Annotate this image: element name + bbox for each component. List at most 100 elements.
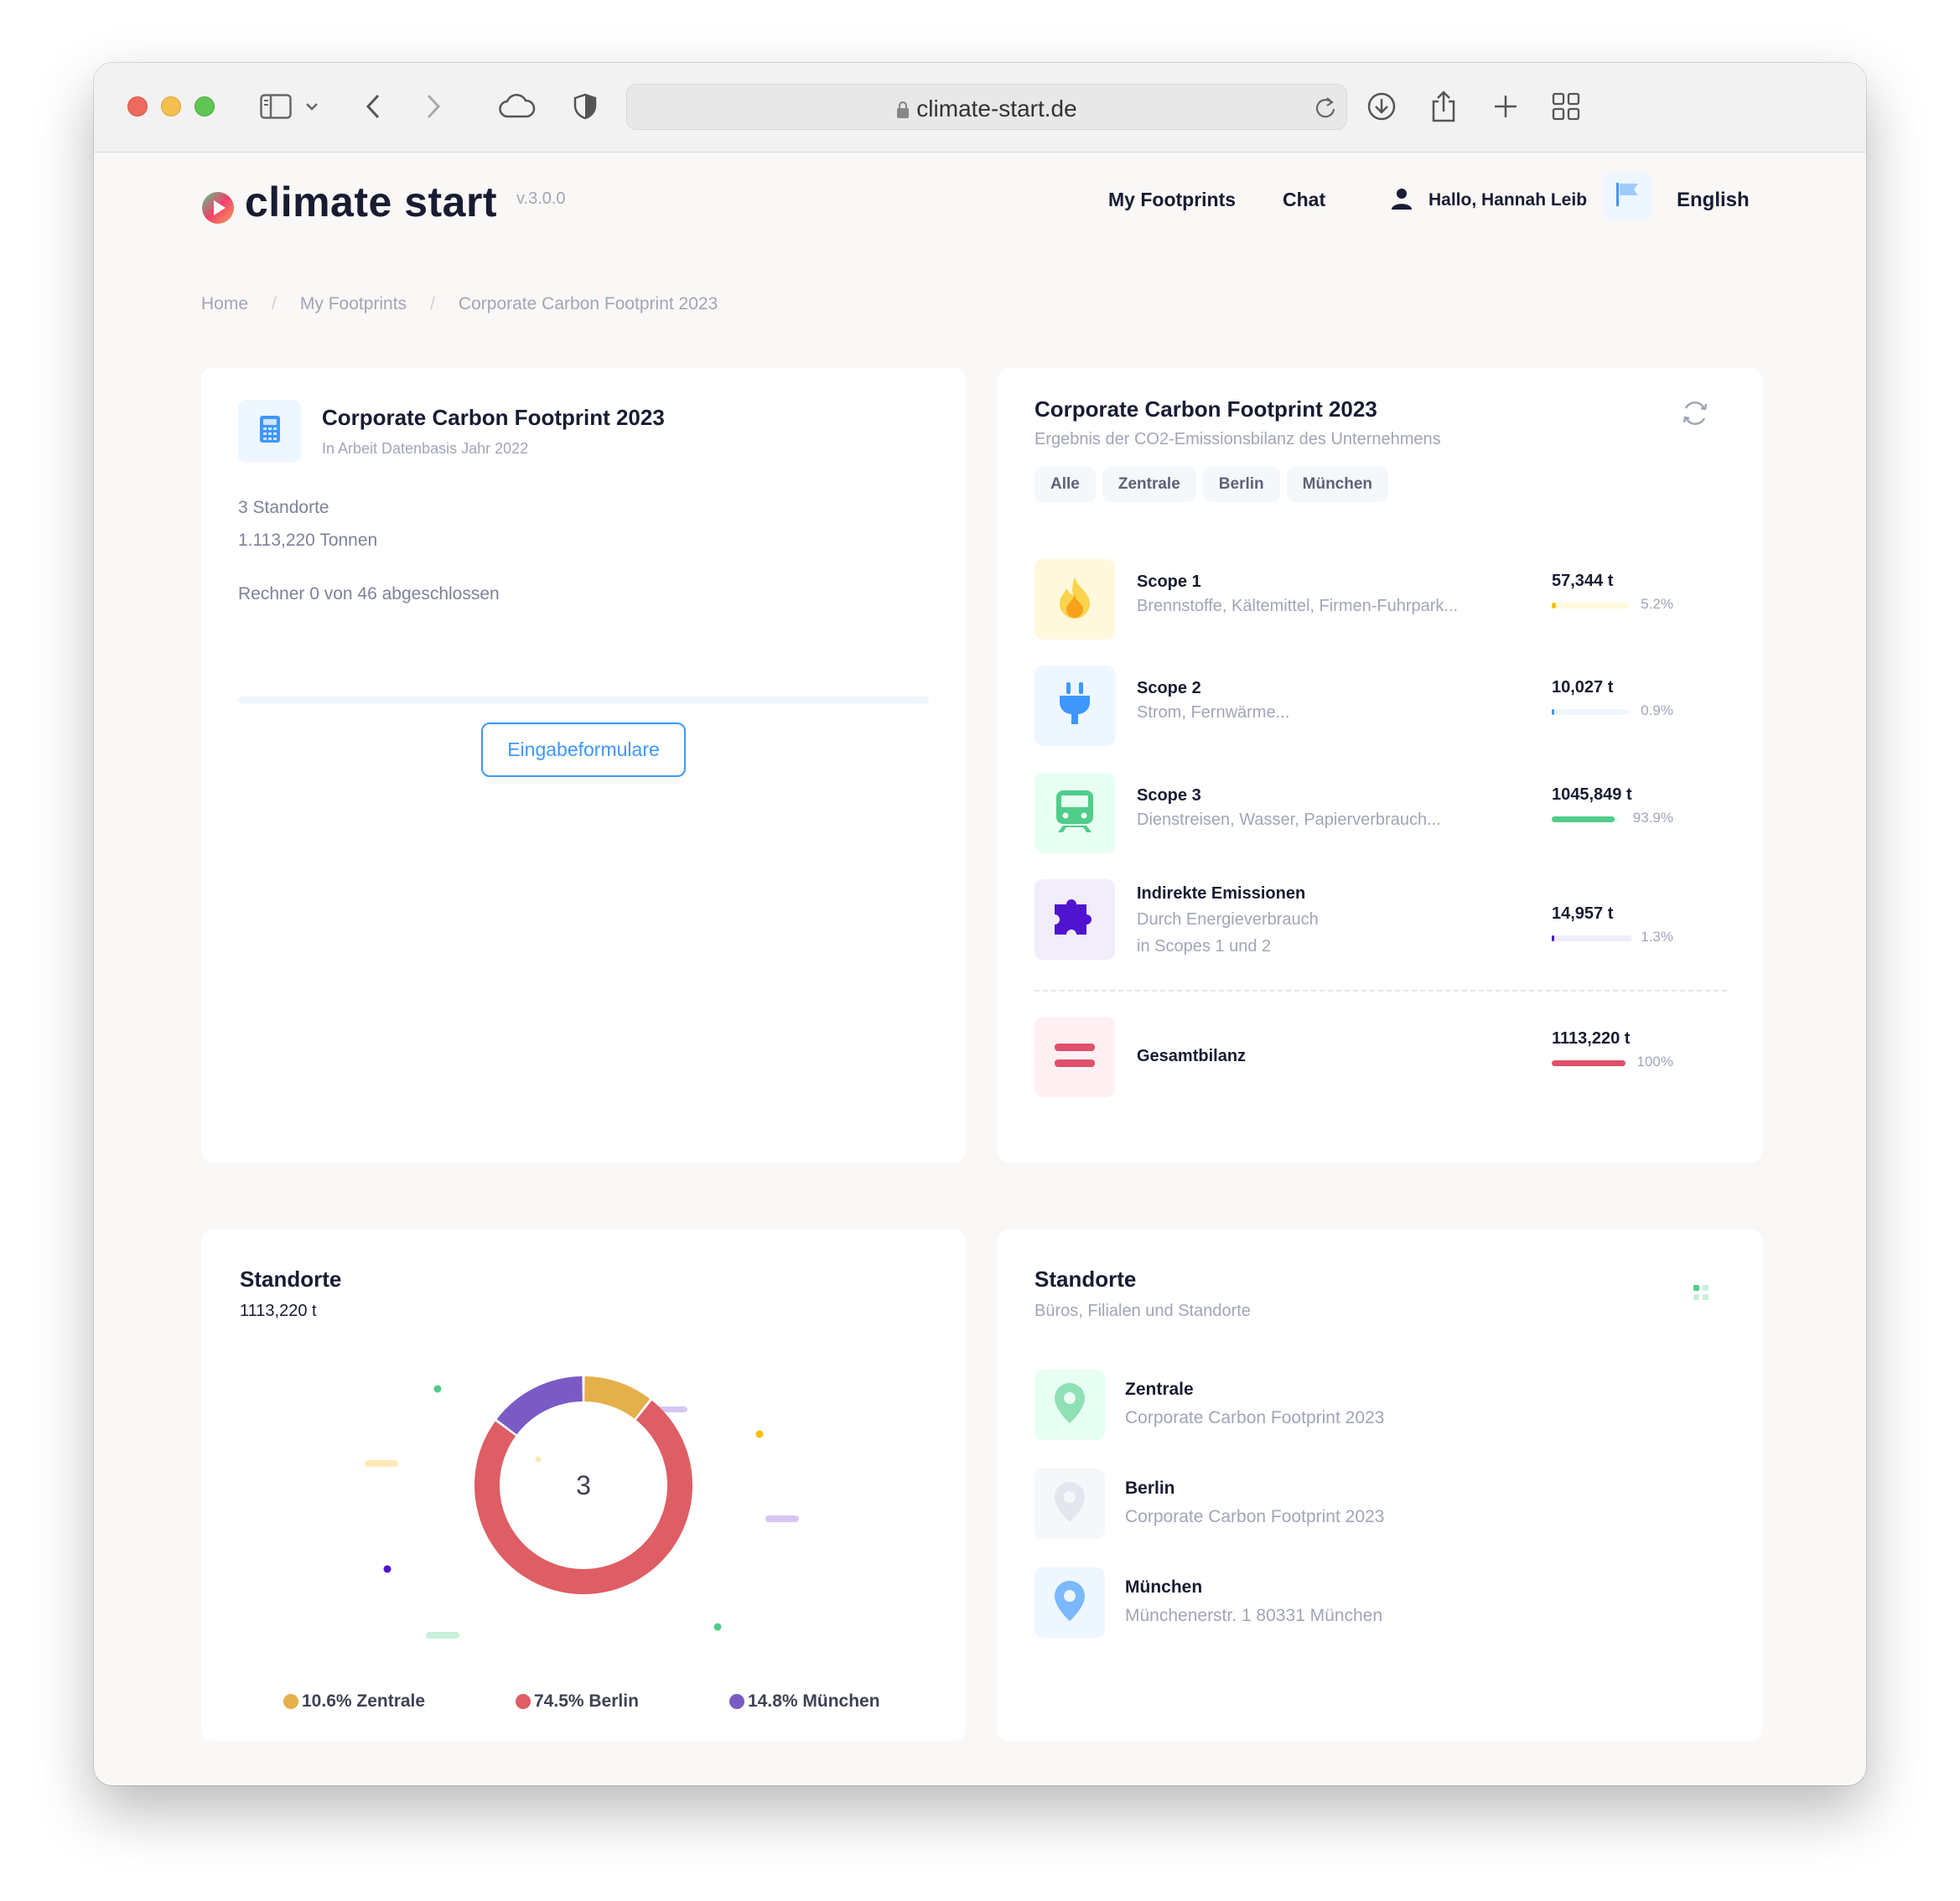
filter-zentrale[interactable]: Zentrale bbox=[1102, 467, 1196, 502]
sites-list-card: Standorte Büros, Filialen und Standorte … bbox=[998, 1230, 1762, 1741]
total-row[interactable]: Gesamtbilanz 1113,220 t 100% bbox=[1034, 1017, 1722, 1097]
location-row-berlin[interactable]: Berlin Corporate Carbon Footprint 2023 bbox=[1034, 1468, 1621, 1539]
project-title[interactable]: Corporate Carbon Footprint 2023 bbox=[322, 405, 665, 431]
legend-item-muenchen[interactable]: 14.8% München bbox=[729, 1691, 880, 1712]
back-arrow-icon[interactable] bbox=[360, 88, 386, 125]
flame-icon bbox=[1056, 575, 1093, 624]
language-selector[interactable]: English bbox=[1677, 189, 1750, 212]
location-icon-box bbox=[1034, 1370, 1105, 1440]
legend-item-berlin[interactable]: 74.5% Berlin bbox=[516, 1691, 639, 1712]
confetti-decoration bbox=[426, 1632, 459, 1639]
location-desc: Münchenerstr. 1 80331 München bbox=[1125, 1606, 1383, 1625]
breadcrumb-current: Corporate Carbon Footprint 2023 bbox=[458, 294, 718, 313]
scope-pct: 93.9% bbox=[1632, 810, 1673, 826]
progress-text: Rechner 0 von 46 abgeschlossen bbox=[238, 584, 500, 603]
project-card: Corporate Carbon Footprint 2023 In Arbei… bbox=[201, 368, 966, 1163]
scope-name: Scope 3 bbox=[1137, 786, 1201, 805]
scope-bar-fill bbox=[1552, 816, 1615, 822]
sites-chart-card: Standorte 1113,220 t 3 bbox=[201, 1230, 966, 1741]
total-name: Gesamtbilanz bbox=[1137, 1047, 1247, 1065]
scope-pct: 1.3% bbox=[1641, 929, 1673, 945]
nav-my-footprints[interactable]: My Footprints bbox=[1108, 189, 1236, 211]
download-icon[interactable] bbox=[1365, 88, 1398, 125]
location-row-zentrale[interactable]: Zentrale Corporate Carbon Footprint 2023 bbox=[1034, 1370, 1621, 1440]
lock-icon bbox=[896, 98, 910, 125]
scope-row[interactable]: Scope 2 Strom, Fernwärme... 10,027 t 0.9… bbox=[1034, 666, 1722, 746]
icloud-icon[interactable] bbox=[496, 88, 538, 125]
filter-muenchen[interactable]: München bbox=[1286, 467, 1389, 502]
legend-dot bbox=[729, 1694, 744, 1709]
confetti-decoration bbox=[755, 1430, 764, 1438]
scope-row[interactable]: Scope 3 Dienstreisen, Wasser, Papierverb… bbox=[1034, 773, 1722, 853]
reload-icon[interactable] bbox=[1314, 96, 1336, 123]
sites-list-title: Standorte bbox=[1034, 1266, 1137, 1292]
confetti-decoration bbox=[383, 1565, 391, 1573]
breadcrumb-my-footprints[interactable]: My Footprints bbox=[300, 294, 407, 314]
sidebar-toggle-icon[interactable] bbox=[257, 88, 294, 125]
breadcrumb-home[interactable]: Home bbox=[201, 294, 248, 314]
new-tab-icon[interactable] bbox=[1489, 88, 1522, 125]
shield-icon[interactable] bbox=[570, 88, 600, 125]
breadcrumb-separator: / bbox=[430, 294, 435, 313]
location-row-muenchen[interactable]: München Münchenerstr. 1 80331 München bbox=[1034, 1567, 1621, 1638]
donut-slice-münchen[interactable] bbox=[496, 1376, 583, 1435]
scope-pct: 5.2% bbox=[1641, 596, 1673, 612]
zoom-window-button[interactable] bbox=[194, 96, 215, 117]
app-logo-text[interactable]: climate start bbox=[245, 178, 497, 226]
close-window-button[interactable] bbox=[127, 96, 148, 117]
total-value: 1113,220 t bbox=[1552, 1029, 1631, 1048]
filter-alle[interactable]: Alle bbox=[1034, 467, 1096, 502]
forward-arrow-icon[interactable] bbox=[421, 88, 446, 125]
url-value: climate-start.de bbox=[916, 96, 1077, 122]
sites-chart-title: Standorte bbox=[240, 1266, 342, 1292]
filter-berlin[interactable]: Berlin bbox=[1202, 467, 1280, 502]
minimize-window-button[interactable] bbox=[161, 96, 181, 117]
eingabeformulare-button[interactable]: Eingabeformulare bbox=[481, 723, 686, 777]
scope-bar-fill bbox=[1552, 709, 1554, 715]
location-icon-box bbox=[1034, 1567, 1105, 1638]
result-subtitle: Ergebnis der CO2-Emissionsbilanz des Unt… bbox=[1034, 430, 1441, 448]
scope-row[interactable]: Indirekte Emissionen Durch Energieverbra… bbox=[1034, 879, 1722, 971]
filter-pills: Alle Zentrale Berlin München bbox=[1034, 467, 1395, 502]
refresh-icon[interactable] bbox=[1680, 398, 1710, 433]
chevron-down-icon[interactable] bbox=[303, 88, 320, 125]
language-flag-button[interactable] bbox=[1603, 172, 1651, 220]
project-subtitle: In Arbeit Datenbasis Jahr 2022 bbox=[322, 440, 529, 457]
equals-icon bbox=[1054, 1041, 1096, 1074]
total-icon-box bbox=[1034, 1017, 1115, 1097]
user-greeting[interactable]: Hallo, Hannah Leib bbox=[1429, 190, 1587, 210]
breadcrumb-separator: / bbox=[272, 294, 277, 313]
divider bbox=[1034, 990, 1727, 992]
scope-desc: Brennstoffe, Kältemittel, Firmen-Fuhrpar… bbox=[1137, 597, 1459, 615]
url-text: climate-start.de bbox=[627, 96, 1346, 125]
scope-bar-fill bbox=[1552, 603, 1556, 609]
donut-slice-zentrale[interactable] bbox=[584, 1376, 651, 1419]
legend-label: 74.5% Berlin bbox=[534, 1691, 639, 1711]
scope-3-icon-box bbox=[1034, 773, 1115, 853]
calculator-icon-box bbox=[238, 400, 301, 463]
sites-list-subtitle: Büros, Filialen und Standorte bbox=[1034, 1302, 1251, 1320]
browser-window: climate-start.de climate start v.3.0.0 M… bbox=[94, 63, 1866, 1785]
scope-row[interactable]: Scope 1 Brennstoffe, Kältemittel, Firmen… bbox=[1034, 559, 1722, 640]
address-bar[interactable]: climate-start.de bbox=[626, 84, 1347, 130]
scope-name: Scope 2 bbox=[1137, 679, 1201, 697]
total-pct: 100% bbox=[1636, 1054, 1673, 1070]
legend-item-zentrale[interactable]: 10.6% Zentrale bbox=[283, 1691, 425, 1712]
share-icon[interactable] bbox=[1427, 88, 1460, 125]
tab-overview-icon[interactable] bbox=[1549, 88, 1583, 125]
nav-chat[interactable]: Chat bbox=[1283, 189, 1325, 211]
plug-icon bbox=[1056, 681, 1093, 732]
project-tonnes: 1.113,220 Tonnen bbox=[238, 531, 378, 550]
grid-dots-icon[interactable] bbox=[1692, 1283, 1712, 1308]
app-version: v.3.0.0 bbox=[516, 189, 566, 208]
confetti-decoration bbox=[713, 1623, 722, 1631]
logo-icon[interactable] bbox=[201, 191, 235, 225]
puzzle-icon bbox=[1051, 896, 1098, 944]
map-pin-icon bbox=[1053, 1480, 1086, 1528]
user-icon[interactable] bbox=[1390, 187, 1413, 215]
confetti-decoration bbox=[765, 1515, 799, 1522]
legend-label: 14.8% München bbox=[748, 1691, 880, 1711]
scope-name: Scope 1 bbox=[1137, 572, 1201, 591]
legend-label: 10.6% Zentrale bbox=[302, 1691, 426, 1711]
scope-value: 57,344 t bbox=[1552, 572, 1614, 590]
